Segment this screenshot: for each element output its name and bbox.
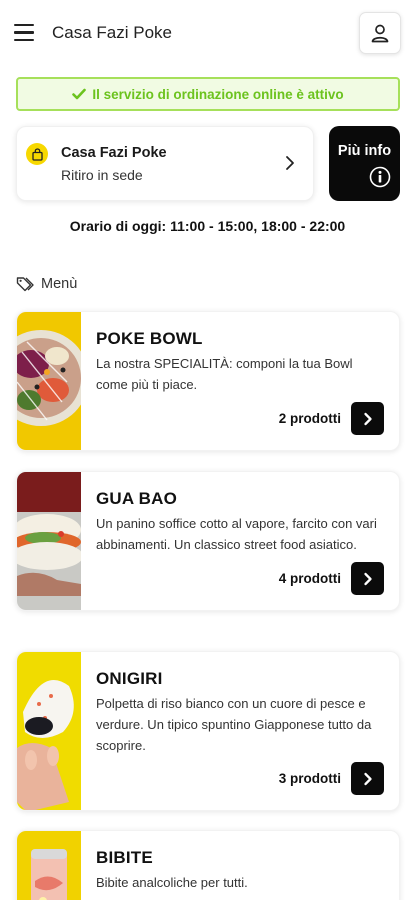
bibite-image — [17, 831, 81, 900]
category-product-count: 3 prodotti — [278, 771, 341, 786]
user-account-button[interactable] — [359, 12, 401, 54]
open-category-button[interactable] — [351, 762, 384, 795]
hamburger-icon[interactable] — [14, 24, 34, 42]
category-product-count: 4 prodotti — [278, 571, 341, 586]
category-product-count: 2 prodotti — [278, 411, 341, 426]
opening-hours: Orario di oggi: 11:00 - 15:00, 18:00 - 2… — [69, 218, 346, 234]
category-card-bibite[interactable]: BIBITE Bibite analcoliche per tutti. — [16, 830, 400, 900]
category-name: GUA BAO — [96, 489, 178, 508]
onigiri-image — [17, 652, 81, 810]
chevron-right-icon — [286, 156, 294, 170]
info-icon — [369, 166, 391, 188]
poke-bowl-image — [17, 312, 81, 450]
open-category-button[interactable] — [351, 562, 384, 595]
app-title: Casa Fazi Poke — [52, 23, 172, 42]
top-bar: Casa Fazi Poke — [0, 0, 415, 68]
category-description: Bibite analcoliche per tutti. — [96, 875, 248, 890]
category-description: La nostra SPECIALITÀ: componi la tua Bow… — [96, 356, 353, 392]
ordering-status-banner: Il servizio di ordinazione online è atti… — [16, 77, 400, 111]
gua-bao-image — [17, 472, 81, 610]
category-name: POKE BOWL — [96, 329, 203, 348]
menu-label-text: Menù — [41, 276, 78, 292]
service-mode: Ritiro in sede — [61, 167, 143, 183]
chevron-right-icon — [363, 572, 372, 585]
status-text: Il servizio di ordinazione online è atti… — [92, 86, 344, 102]
menu-section-label: Menù — [16, 276, 77, 292]
checkmark-icon — [72, 88, 87, 100]
more-info-button[interactable]: Più info — [329, 126, 400, 201]
shopping-bag-icon — [26, 143, 48, 165]
category-description: Un panino soffice cotto al vapore, farci… — [96, 516, 377, 552]
chevron-right-icon — [363, 772, 372, 785]
open-category-button[interactable] — [351, 402, 384, 435]
restaurant-pickup-card[interactable]: Casa Fazi Poke Ritiro in sede — [16, 126, 314, 201]
tags-icon — [16, 277, 34, 292]
category-card-onigiri[interactable]: ONIGIRI Polpetta di riso bianco con un c… — [16, 651, 400, 811]
category-card-gua-bao[interactable]: GUA BAO Un panino soffice cotto al vapor… — [16, 471, 400, 611]
category-name: BIBITE — [96, 848, 153, 867]
user-icon — [371, 24, 389, 43]
restaurant-name: Casa Fazi Poke — [61, 145, 167, 161]
chevron-right-icon — [363, 412, 372, 425]
more-info-label: Più info — [337, 143, 392, 159]
category-description: Polpetta di riso bianco con un cuore di … — [96, 696, 372, 753]
category-card-poke-bowl[interactable]: POKE BOWL La nostra SPECIALITÀ: componi … — [16, 311, 400, 451]
category-name: ONIGIRI — [96, 669, 163, 688]
